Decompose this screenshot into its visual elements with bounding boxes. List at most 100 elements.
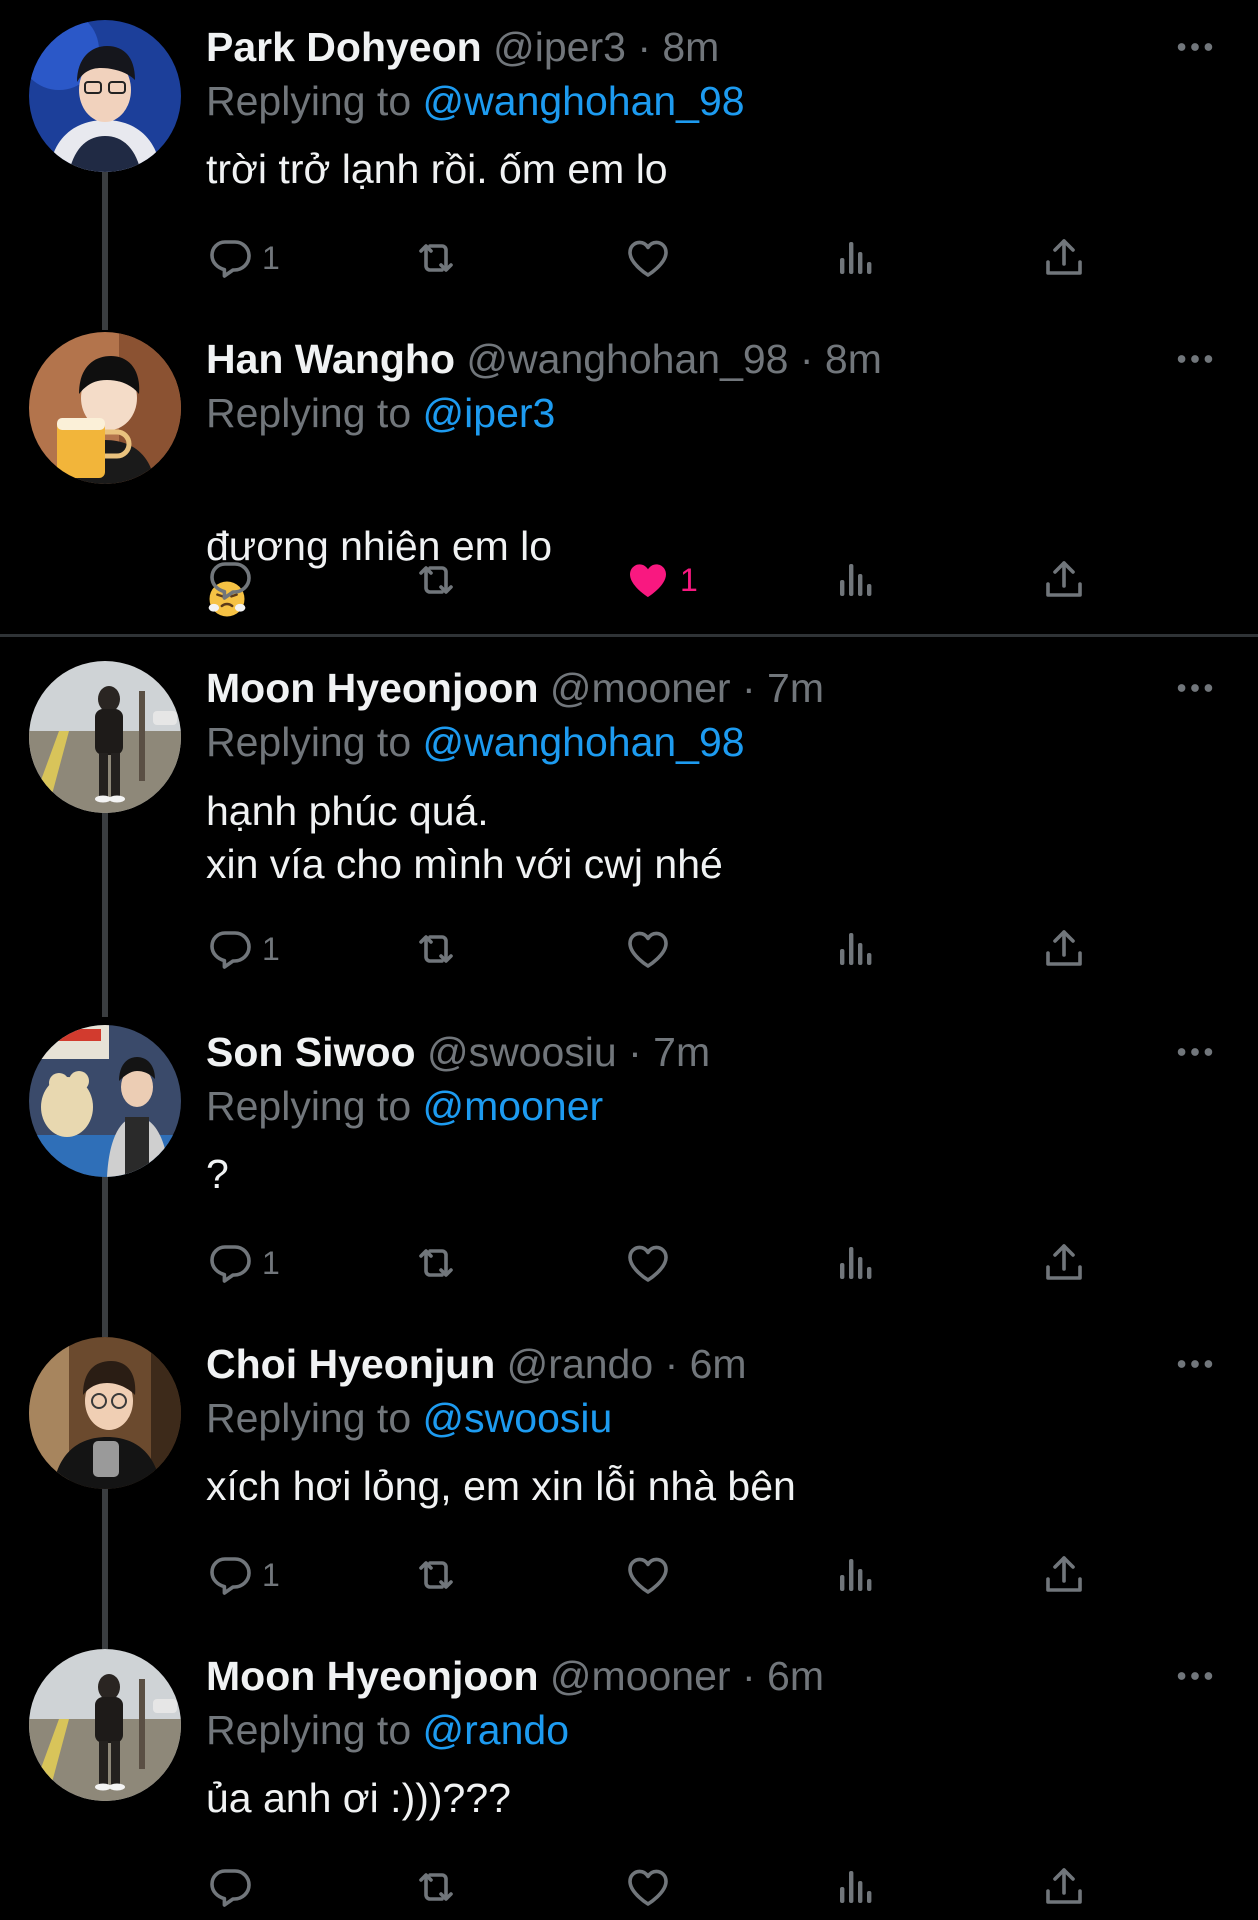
views-button[interactable] (832, 923, 880, 975)
timestamp[interactable]: · 7m (742, 665, 824, 711)
tweet-text: ? (206, 1151, 229, 1197)
like-button[interactable] (624, 1549, 672, 1601)
like-button[interactable] (624, 923, 672, 975)
like-button[interactable] (624, 1861, 672, 1913)
reply-button[interactable]: 1 (206, 923, 280, 975)
retweet-button[interactable] (412, 1861, 460, 1913)
mention-link[interactable]: @wanghohan_98 (423, 719, 745, 765)
avatar[interactable] (29, 20, 181, 172)
reply-icon (206, 234, 254, 282)
retweet-button[interactable] (412, 232, 460, 284)
tweet[interactable]: Son Siwoo @swoosiu · 7m Replying to @moo… (0, 1005, 1258, 1337)
like-icon (624, 234, 672, 282)
retweet-button[interactable] (412, 1549, 460, 1601)
replying-to: Replying to @iper3 (206, 388, 555, 438)
share-button[interactable] (1040, 923, 1088, 975)
views-button[interactable] (832, 554, 880, 606)
replying-to: Replying to @swoosiu (206, 1393, 612, 1443)
reply-icon (206, 1551, 254, 1599)
reply-icon (206, 1863, 254, 1911)
like-button[interactable] (624, 232, 672, 284)
retweet-button[interactable] (412, 554, 460, 606)
share-icon (1040, 1551, 1088, 1599)
handle[interactable]: @swoosiu (427, 1029, 617, 1075)
display-name[interactable]: Moon Hyeonjoon (206, 1653, 539, 1699)
reply-button[interactable]: 1 (206, 1549, 280, 1601)
handle[interactable]: @wanghohan_98 (466, 336, 788, 382)
handle[interactable]: @rando (507, 1341, 653, 1387)
display-name[interactable]: Son Siwoo (206, 1029, 416, 1075)
like-button[interactable] (624, 1237, 672, 1289)
reply-button[interactable] (206, 1861, 262, 1913)
tweet-header: Choi Hyeonjun @rando · 6m (206, 1339, 747, 1389)
mention-link[interactable]: @swoosiu (423, 1395, 613, 1441)
replying-to: Replying to @wanghohan_98 (206, 76, 745, 126)
mention-link[interactable]: @mooner (423, 1083, 604, 1129)
like-count: 1 (680, 561, 698, 598)
more-icon[interactable] (1172, 336, 1218, 382)
reply-button[interactable]: 1 (206, 1237, 280, 1289)
more-icon[interactable] (1172, 1653, 1218, 1699)
timestamp[interactable]: · 6m (665, 1341, 747, 1387)
timestamp[interactable]: · 8m (637, 24, 719, 70)
like-icon (624, 925, 672, 973)
display-name[interactable]: Park Dohyeon (206, 24, 482, 70)
tweet-header: Moon Hyeonjoon @mooner · 6m (206, 1651, 824, 1701)
handle[interactable]: @mooner (550, 1653, 731, 1699)
retweet-button[interactable] (412, 923, 460, 975)
views-button[interactable] (832, 1549, 880, 1601)
tweet-header: Moon Hyeonjoon @mooner · 7m (206, 663, 824, 713)
tweet[interactable]: Park Dohyeon @iper3 · 8m Replying to @wa… (0, 0, 1258, 330)
tweet-actions: 1 (206, 1549, 1106, 1601)
tweet-actions: 1 (206, 554, 1106, 606)
tweet[interactable]: Choi Hyeonjun @rando · 6m Replying to @s… (0, 1317, 1258, 1649)
share-button[interactable] (1040, 1549, 1088, 1601)
avatar[interactable] (29, 332, 181, 484)
reply-button[interactable]: 1 (206, 232, 280, 284)
share-button[interactable] (1040, 232, 1088, 284)
like-button[interactable]: 1 (624, 554, 698, 606)
more-icon[interactable] (1172, 24, 1218, 70)
more-icon[interactable] (1172, 1341, 1218, 1387)
reply-count: 1 (262, 930, 280, 967)
tweet[interactable]: Moon Hyeonjoon @mooner · 6m Replying to … (0, 1629, 1258, 1920)
views-button[interactable] (832, 232, 880, 284)
tweet[interactable]: Moon Hyeonjoon @mooner · 7m Replying to … (0, 641, 1258, 1017)
timestamp[interactable]: · 7m (628, 1029, 710, 1075)
mention-link[interactable]: @wanghohan_98 (423, 78, 745, 124)
retweet-button[interactable] (412, 1237, 460, 1289)
replying-to-label: Replying to (206, 1083, 412, 1129)
tweet[interactable]: Han Wangho @wanghohan_98 · 8m Replying t… (0, 312, 1258, 632)
handle[interactable]: @iper3 (493, 24, 626, 70)
reply-count: 1 (262, 239, 280, 276)
thread-line (102, 813, 108, 1017)
replying-to: Replying to @rando (206, 1705, 569, 1755)
handle[interactable]: @mooner (550, 665, 731, 711)
more-icon[interactable] (1172, 665, 1218, 711)
mention-link[interactable]: @rando (423, 1707, 569, 1753)
mention-link[interactable]: @iper3 (423, 390, 556, 436)
display-name[interactable]: Choi Hyeonjun (206, 1341, 495, 1387)
thread-line (102, 1177, 108, 1337)
timestamp[interactable]: · 6m (742, 1653, 824, 1699)
share-button[interactable] (1040, 1237, 1088, 1289)
share-icon (1040, 925, 1088, 973)
avatar[interactable] (29, 1337, 181, 1489)
share-icon (1040, 556, 1088, 604)
avatar[interactable] (29, 1025, 181, 1177)
reply-button[interactable] (206, 554, 262, 606)
share-icon (1040, 1863, 1088, 1911)
display-name[interactable]: Han Wangho (206, 336, 455, 382)
views-button[interactable] (832, 1861, 880, 1913)
share-button[interactable] (1040, 1861, 1088, 1913)
display-name[interactable]: Moon Hyeonjoon (206, 665, 539, 711)
avatar[interactable] (29, 661, 181, 813)
tweet-actions (206, 1861, 1106, 1913)
tweet-text: hạnh phúc quá. xin vía cho mình với cwj … (206, 788, 723, 887)
share-button[interactable] (1040, 554, 1088, 606)
more-icon[interactable] (1172, 1029, 1218, 1075)
avatar[interactable] (29, 1649, 181, 1801)
timestamp[interactable]: · 8m (800, 336, 882, 382)
thread-line (102, 1489, 108, 1649)
views-button[interactable] (832, 1237, 880, 1289)
